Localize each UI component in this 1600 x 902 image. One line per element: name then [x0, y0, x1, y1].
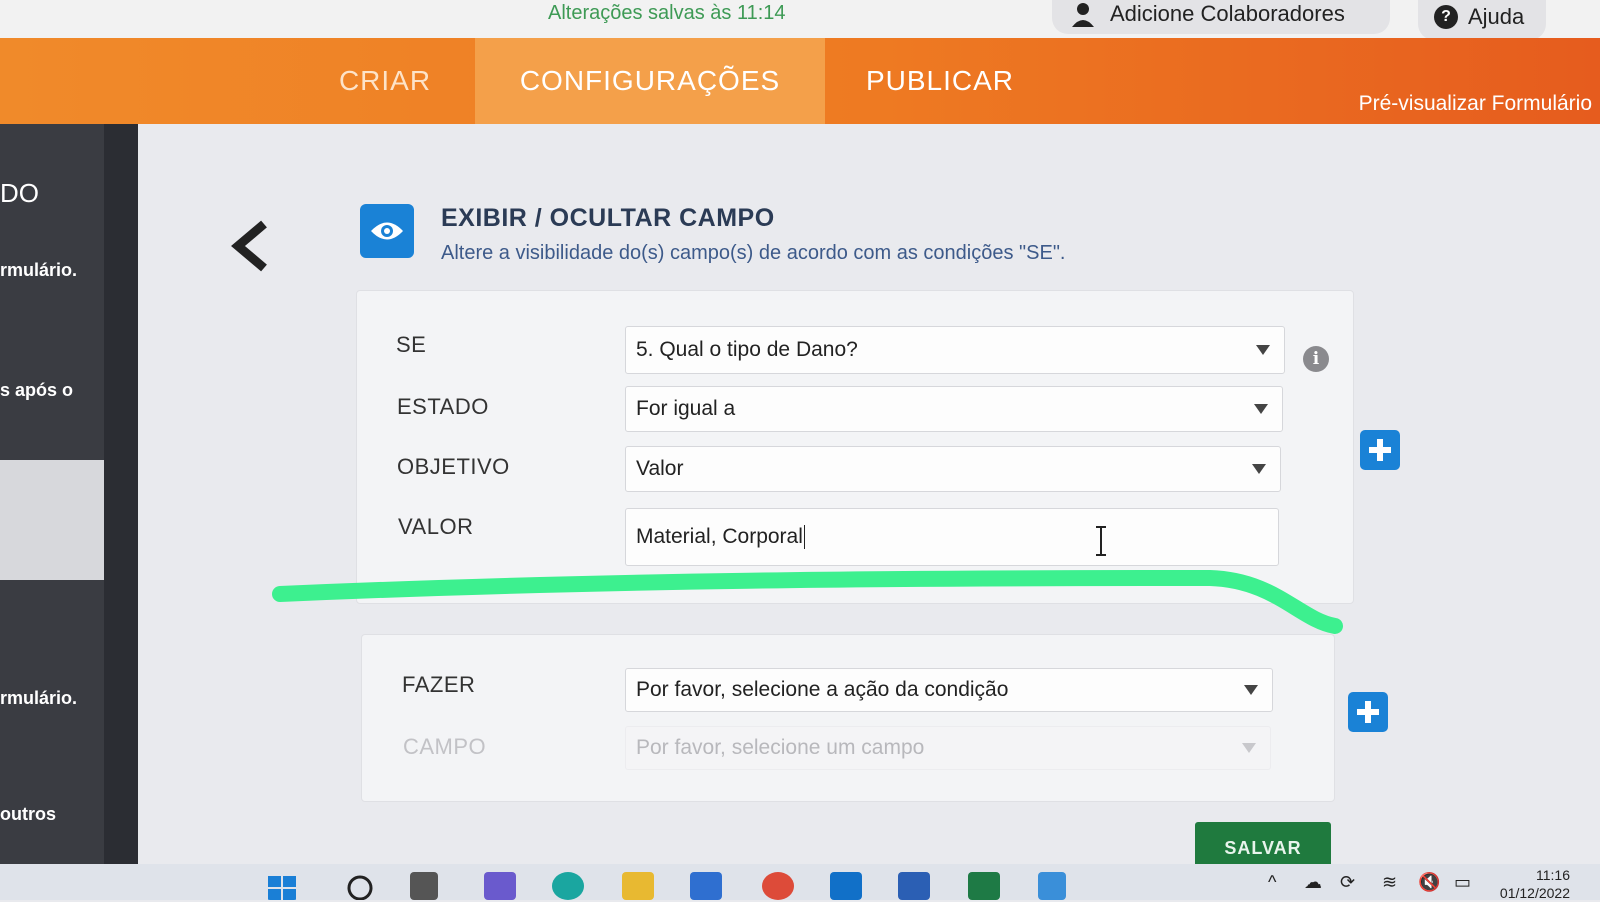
sync-icon[interactable]: ⟳ [1340, 872, 1355, 893]
estado-select[interactable]: For igual a [625, 386, 1283, 432]
chevron-down-icon [1256, 345, 1270, 355]
tab-publicar[interactable]: PUBLICAR [825, 38, 1055, 124]
excel-icon[interactable] [968, 872, 1000, 900]
chevron-down-icon [1254, 404, 1268, 414]
se-label: SE [396, 332, 427, 357]
chevron-down-icon [1244, 685, 1258, 695]
fazer-placeholder: Por favor, selecione a ação da condição [636, 678, 1009, 701]
clock-date: 01/12/2022 [1499, 885, 1570, 901]
file-explorer-icon[interactable] [622, 872, 654, 900]
valor-input[interactable]: Material, Corporal [625, 508, 1279, 566]
chevron-down-icon [1242, 743, 1256, 753]
help-button[interactable]: ? Ajuda [1418, 0, 1546, 40]
campo-placeholder: Por favor, selecione um campo [636, 736, 925, 759]
objetivo-select[interactable]: Valor [625, 446, 1281, 492]
windows-start-icon[interactable] [266, 872, 298, 900]
valor-value: Material, Corporal [636, 525, 803, 548]
clock-time: 11:16 [1536, 867, 1570, 883]
sidebar-divider [0, 460, 104, 580]
campo-select[interactable]: Por favor, selecione um campo [625, 726, 1271, 770]
sidebar-item-text[interactable]: outros [0, 804, 56, 825]
estado-value: For igual a [636, 397, 736, 420]
teams-icon[interactable] [484, 872, 516, 900]
tab-criar[interactable]: CRIAR [300, 38, 470, 124]
objetivo-label: OBJETIVO [397, 454, 510, 479]
settings-sidebar: DO rmulário. s após o rmulário. outros [0, 124, 138, 864]
campo-label: CAMPO [403, 734, 487, 759]
sidebar-item-text[interactable]: rmulário. [0, 688, 77, 709]
info-icon[interactable]: i [1303, 346, 1329, 372]
se-field-select[interactable]: 5. Qual o tipo de Dano? [625, 326, 1285, 374]
help-icon: ? [1434, 5, 1458, 29]
speaker-muted-icon[interactable]: 🔇 [1418, 872, 1440, 893]
user-icon [1072, 3, 1094, 27]
search-icon[interactable] [344, 872, 376, 900]
add-collaborators-label: Adicione Colaboradores [1110, 1, 1345, 26]
fazer-label: FAZER [402, 672, 476, 697]
objetivo-value: Valor [636, 457, 684, 480]
se-field-value: 5. Qual o tipo de Dano? [636, 338, 858, 361]
add-action-button[interactable] [1348, 692, 1388, 732]
eye-icon [360, 204, 414, 258]
sidebar-item-text[interactable]: rmulário. [0, 260, 77, 281]
sidebar-item-text[interactable]: s após o [0, 380, 73, 401]
plus-icon [1357, 701, 1379, 723]
word-icon[interactable] [898, 872, 930, 900]
sidebar-panel [0, 124, 104, 460]
wifi-icon[interactable]: ≋ [1382, 872, 1397, 893]
text-caret [803, 525, 805, 549]
panel-subtitle: Altere a visibilidade do(s) campo(s) de … [441, 242, 1066, 264]
add-condition-button[interactable] [1360, 430, 1400, 470]
store-icon[interactable] [690, 872, 722, 900]
tab-configuracoes[interactable]: CONFIGURAÇÕES [475, 38, 825, 124]
action-card [361, 634, 1335, 802]
back-arrow-icon[interactable] [228, 218, 274, 274]
fazer-select[interactable]: Por favor, selecione a ação da condição [625, 668, 1273, 712]
text-cursor-icon [1096, 526, 1106, 556]
edge-icon[interactable] [552, 872, 584, 900]
saved-status-text: Alterações salvas às 11:14 [548, 2, 786, 24]
estado-label: ESTADO [397, 394, 489, 419]
chevron-up-icon[interactable]: ^ [1268, 872, 1276, 893]
save-button[interactable]: SALVAR [1195, 822, 1331, 864]
cloud-icon[interactable]: ☁ [1304, 872, 1322, 893]
panel-title: EXIBIR / OCULTAR CAMPO [441, 204, 775, 232]
valor-label: VALOR [398, 514, 474, 539]
system-clock[interactable]: 11:16 01/12/2022 [1500, 866, 1570, 902]
notepad-icon[interactable] [1038, 872, 1066, 900]
help-label: Ajuda [1468, 4, 1525, 29]
outlook-icon[interactable] [830, 872, 862, 900]
sidebar-item-text[interactable]: DO [0, 178, 39, 209]
builder-nav: CRIAR CONFIGURAÇÕES PUBLICAR Pré-visuali… [0, 38, 1600, 124]
battery-icon[interactable]: ▭ [1454, 872, 1471, 893]
plus-icon [1369, 439, 1391, 461]
chevron-down-icon [1252, 464, 1266, 474]
add-collaborators-button[interactable]: Adicione Colaboradores [1052, 0, 1390, 34]
top-status-bar: Alterações salvas às 11:14 Adicione Cola… [0, 0, 1600, 40]
windows-taskbar: ^ ☁ ⟳ ≋ 🔇 ▭ 11:16 01/12/2022 [0, 864, 1600, 902]
preview-form-link[interactable]: Pré-visualizar Formulário [1359, 92, 1592, 116]
task-view-icon[interactable] [410, 872, 438, 900]
chrome-icon[interactable] [762, 872, 794, 900]
